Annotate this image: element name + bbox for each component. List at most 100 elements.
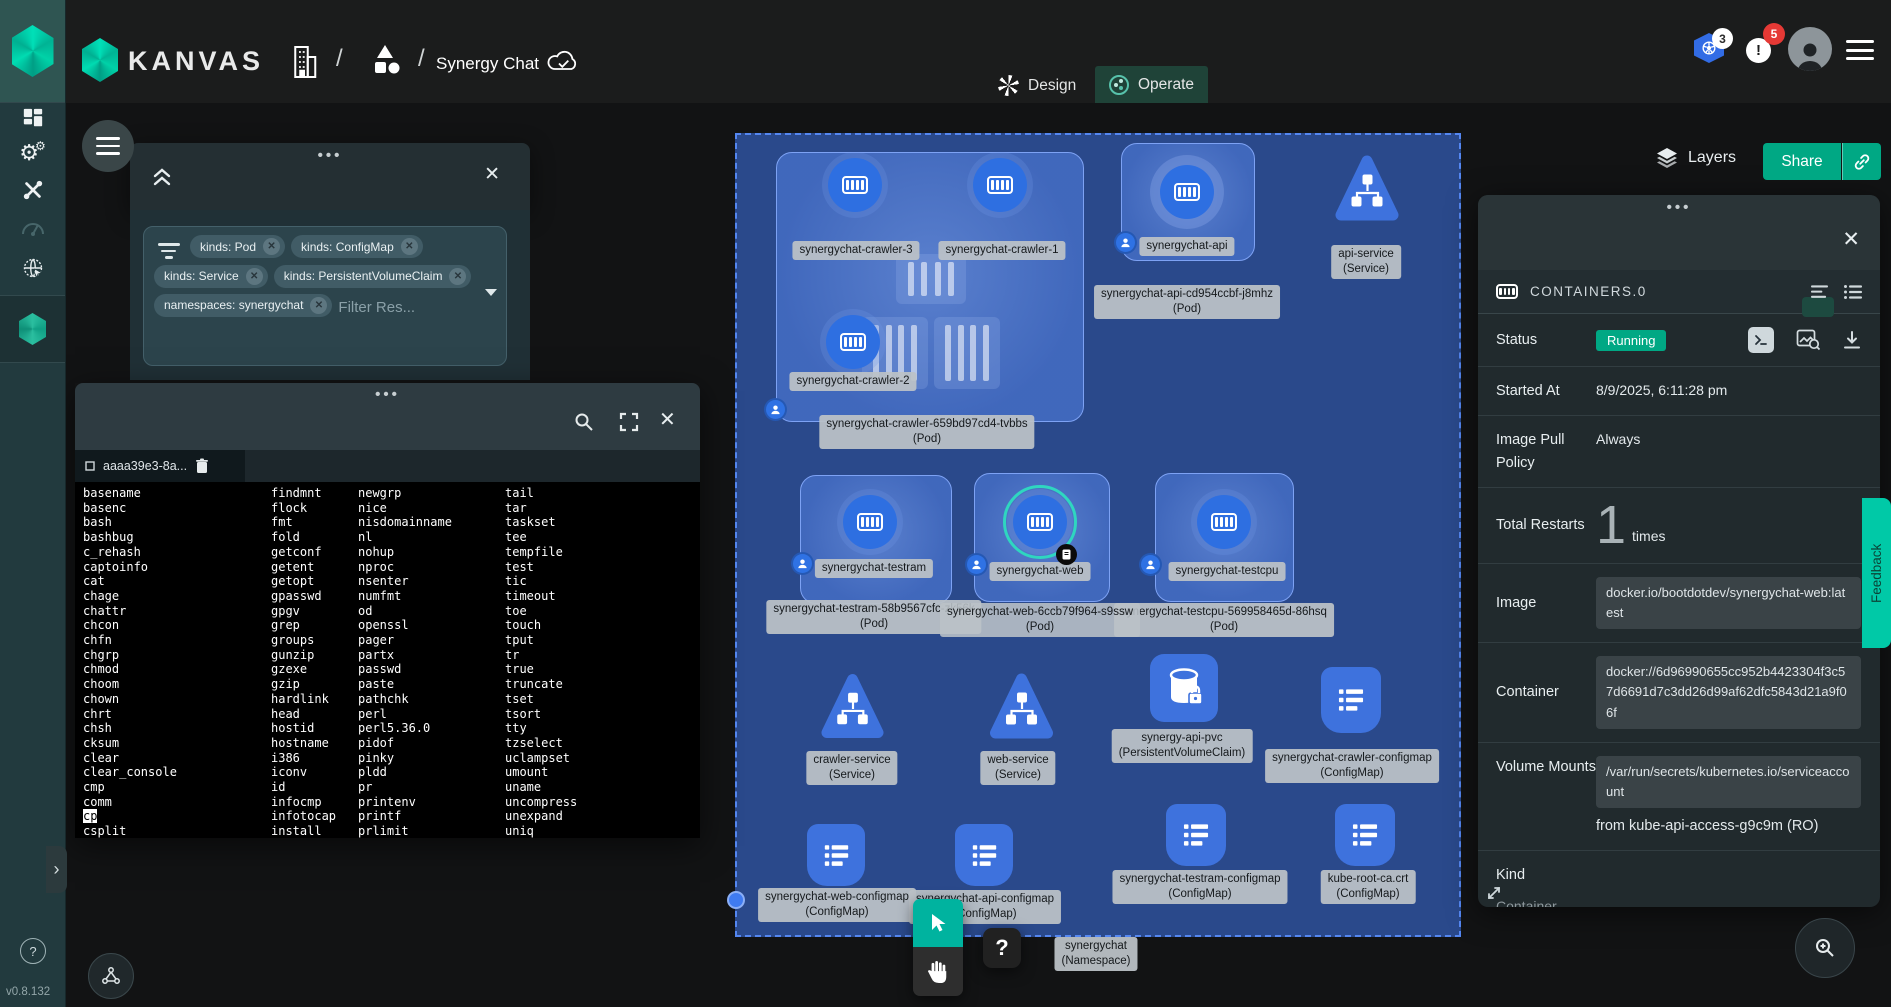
service-node-crawler-service[interactable] [821, 671, 884, 743]
kanvas-logo-icon [82, 38, 118, 82]
container-id-value[interactable]: docker://6d96990655cc952b4423304f3c57d66… [1596, 656, 1861, 728]
zoom-control-button[interactable] [1795, 918, 1855, 978]
pod-badge-icon[interactable] [1114, 231, 1137, 254]
filter-chip[interactable]: namespaces: synergychat ✕ [154, 294, 332, 317]
container-node-testcpu[interactable] [1197, 495, 1251, 549]
help-button[interactable]: ? [20, 938, 46, 964]
details-panel-header[interactable]: ••• ✕ [1478, 195, 1880, 270]
sidebar-item-dashboard[interactable] [0, 100, 65, 136]
terminal-header[interactable]: ••• ✕ [75, 383, 700, 450]
filter-chip[interactable]: kinds: PersistentVolumeClaim✕ [274, 265, 472, 288]
terminal-search-icon[interactable] [573, 411, 595, 433]
service-node-web-service[interactable] [989, 671, 1054, 743]
chip-label: kinds: Pod [200, 240, 256, 254]
avatar[interactable] [1788, 27, 1832, 71]
container-node-crawler-2[interactable] [826, 315, 880, 369]
terminal-tab[interactable]: aaaa39e3-8a... [75, 450, 245, 482]
pod-badge-icon[interactable] [965, 553, 988, 576]
collapse-icon[interactable] [152, 166, 172, 188]
configmap-node-testram-configmap[interactable] [1166, 804, 1226, 866]
container-node-api[interactable] [1160, 165, 1214, 219]
pod-badge-icon[interactable] [1139, 553, 1162, 576]
share-button[interactable]: Share [1763, 143, 1841, 180]
sidebar-item-extensions[interactable] [0, 250, 65, 286]
chip-remove-icon[interactable]: ✕ [246, 268, 263, 285]
chip-remove-icon[interactable]: ✕ [310, 297, 327, 314]
tab-operate-label: Operate [1138, 76, 1194, 94]
image-inspect-icon[interactable] [1796, 329, 1820, 351]
pod-badge-icon[interactable] [791, 552, 814, 575]
container-node-crawler-1[interactable] [973, 158, 1027, 212]
drag-handle-icon[interactable]: ••• [318, 147, 343, 164]
pan-hand-tool[interactable] [913, 947, 963, 996]
terminal-close-icon[interactable]: ✕ [659, 407, 676, 432]
filter-panel-header[interactable]: ••• ✕ [130, 143, 530, 210]
configmap-node-kube-root-ca[interactable] [1335, 804, 1395, 866]
version-label: v0.8.132 [6, 986, 50, 998]
cloud-synced-icon[interactable] [546, 48, 580, 76]
pod-label-testcpu: synergychat-testcpu-569958465d-86hsq(Pod… [1114, 603, 1334, 637]
node-label: synergychat-crawler-2 [789, 372, 916, 391]
sidebar-logo-cell[interactable] [0, 0, 65, 102]
filter-chip[interactable]: kinds: Pod ✕ [190, 235, 285, 258]
chip-remove-icon[interactable]: ✕ [449, 268, 466, 285]
sidebar-item-kanvas-active[interactable] [0, 296, 65, 362]
status-badge: Running [1596, 330, 1666, 351]
layers-button[interactable]: Layers [1655, 146, 1736, 170]
details-view-icon[interactable] [1811, 285, 1828, 299]
relationships-button[interactable] [88, 953, 134, 999]
annotation-badge-icon[interactable] [1056, 544, 1077, 565]
image-value[interactable]: docker.io/bootdotdev/synergychat-web:lat… [1596, 577, 1861, 629]
sidebar-item-performance[interactable] [0, 210, 65, 246]
configmap-node-api-configmap[interactable] [955, 824, 1013, 886]
configmap-node-web-configmap[interactable] [807, 824, 865, 886]
drag-handle-icon[interactable]: ••• [375, 386, 400, 403]
filter-placeholder[interactable]: Filter Res... [338, 294, 415, 316]
pvc-node-synergy-api-pvc[interactable] [1150, 654, 1218, 722]
pointer-tool-selected[interactable] [913, 899, 963, 947]
filter-chip[interactable]: kinds: ConfigMap✕ [291, 235, 423, 258]
details-close-icon[interactable]: ✕ [1842, 227, 1860, 252]
help-tool-button[interactable]: ? [983, 928, 1021, 968]
chip-label: namespaces: synergychat [164, 298, 303, 312]
filter-menu-button[interactable] [82, 120, 134, 172]
chip-remove-icon[interactable]: ✕ [401, 238, 418, 255]
hamburger-menu-icon[interactable] [1846, 40, 1874, 60]
terminal-fullscreen-icon[interactable] [618, 411, 640, 433]
feedback-tab[interactable]: Feedback [1862, 498, 1891, 648]
container-node-crawler-3[interactable] [828, 158, 882, 212]
breadcrumb-project[interactable]: Synergy Chat [436, 54, 539, 74]
chip-remove-icon[interactable]: ✕ [263, 238, 280, 255]
pod-label-crawler: synergychat-crawler-659bd97cd4-tvbbs(Pod… [819, 415, 1034, 449]
open-terminal-icon[interactable] [1748, 327, 1774, 353]
volume-path-value[interactable]: /var/run/secrets/kubernetes.io/serviceac… [1596, 756, 1861, 808]
sidebar-expand-handle[interactable]: › [46, 846, 67, 893]
service-node-api-service[interactable] [1335, 152, 1399, 226]
filter-expand-caret-icon[interactable] [485, 289, 497, 296]
sidebar-item-settings[interactable]: ⚙⚙ [0, 135, 65, 171]
status-row: Status Running [1478, 314, 1880, 367]
restart-count: 1 [1596, 501, 1626, 550]
resize-handle-icon[interactable] [1486, 885, 1502, 901]
pod-badge-icon[interactable] [764, 398, 787, 421]
trash-icon[interactable] [195, 458, 209, 474]
copy-link-button[interactable] [1842, 143, 1881, 180]
filter-close-icon[interactable]: ✕ [484, 163, 500, 186]
organization-icon[interactable] [289, 42, 319, 82]
list-view-icon[interactable] [1844, 285, 1862, 299]
kind-value: Container [1496, 896, 1557, 907]
namespace-selection-region[interactable]: synergychat-crawler-3 synergychat-crawle… [735, 133, 1461, 937]
sidebar-item-toolkit[interactable] [0, 172, 65, 208]
terminal-body[interactable]: basenamebasencbashbashbugc_rehashcaptoin… [75, 482, 700, 838]
tab-design[interactable]: Design [988, 68, 1086, 103]
edge-connector-dot[interactable] [727, 891, 745, 909]
configmap-node-crawler-configmap[interactable] [1321, 667, 1381, 733]
filter-input-box[interactable]: kinds: Pod ✕ kinds: ConfigMap✕ kinds: Ser… [143, 226, 507, 366]
image-pull-policy-row: Image Pull Policy Always [1478, 416, 1880, 488]
container-node-testram[interactable] [843, 495, 897, 549]
filter-chip[interactable]: kinds: Service✕ [154, 265, 268, 288]
tab-operate[interactable]: Operate [1095, 66, 1208, 103]
download-logs-icon[interactable] [1842, 330, 1862, 350]
drag-handle-icon[interactable]: ••• [1667, 199, 1692, 216]
designs-icon[interactable] [368, 40, 402, 82]
